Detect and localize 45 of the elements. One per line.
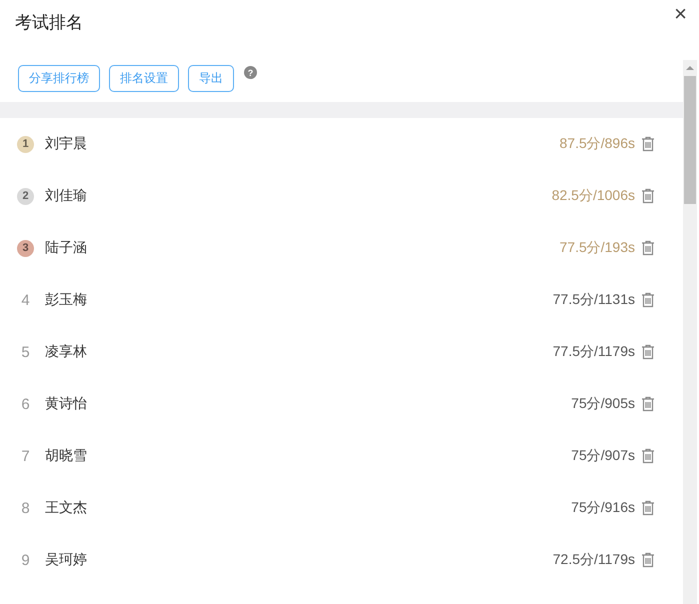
score-time: 87.5分/896s bbox=[560, 135, 635, 153]
trash-icon[interactable] bbox=[641, 136, 655, 152]
score-time: 82.5分/1006s bbox=[552, 187, 635, 205]
rank-number: 8 bbox=[20, 500, 31, 516]
rank-number: 5 bbox=[20, 344, 31, 360]
score-time: 77.5分/1131s bbox=[552, 291, 635, 309]
student-name: 黄诗怡 bbox=[45, 395, 87, 413]
close-button[interactable]: × bbox=[674, 4, 687, 24]
student-name: 王文杰 bbox=[45, 499, 87, 517]
rank-number: 7 bbox=[20, 448, 31, 464]
toolbar-button[interactable]: 分享排行榜 bbox=[18, 65, 100, 92]
student-name: 刘佳瑜 bbox=[45, 187, 87, 205]
rank-number: 1 bbox=[22, 138, 29, 150]
toolbar-button[interactable]: 导出 bbox=[188, 65, 234, 92]
score-time: 75分/916s bbox=[571, 499, 635, 517]
score-time: 77.5分/1179s bbox=[552, 343, 635, 361]
student-name: 陆子涵 bbox=[45, 239, 87, 257]
trash-icon[interactable] bbox=[641, 448, 655, 464]
scrollbar[interactable] bbox=[683, 60, 697, 604]
trash-icon[interactable] bbox=[641, 552, 655, 568]
score-time: 75分/905s bbox=[571, 395, 635, 413]
student-name: 凌享林 bbox=[45, 343, 87, 361]
trash-icon[interactable] bbox=[641, 240, 655, 256]
scrollbar-thumb[interactable] bbox=[684, 76, 696, 204]
score-time: 77.5分/193s bbox=[560, 239, 635, 257]
rank-number: 2 bbox=[22, 190, 29, 202]
student-name: 吴珂婷 bbox=[45, 551, 87, 569]
trash-icon[interactable] bbox=[641, 188, 655, 204]
score-time: 75分/907s bbox=[571, 447, 635, 465]
student-name: 胡晓雪 bbox=[45, 447, 87, 465]
student-name: 刘宇晨 bbox=[45, 135, 87, 153]
rank-number: 6 bbox=[20, 396, 31, 412]
rank-number: 3 bbox=[22, 242, 29, 254]
rank-number: 9 bbox=[20, 552, 31, 568]
rank-number: 4 bbox=[20, 292, 31, 308]
dialog-title: 考试排名 bbox=[15, 12, 83, 34]
trash-icon[interactable] bbox=[641, 292, 655, 308]
trash-icon[interactable] bbox=[641, 396, 655, 412]
student-name: 彭玉梅 bbox=[45, 291, 87, 309]
trash-icon[interactable] bbox=[641, 344, 655, 360]
score-time: 72.5分/1179s bbox=[552, 551, 635, 569]
toolbar-button[interactable]: 排名设置 bbox=[109, 65, 179, 92]
trash-icon[interactable] bbox=[641, 500, 655, 516]
scroll-up-arrow-icon[interactable] bbox=[686, 65, 694, 71]
help-icon[interactable]: ? bbox=[244, 66, 257, 79]
